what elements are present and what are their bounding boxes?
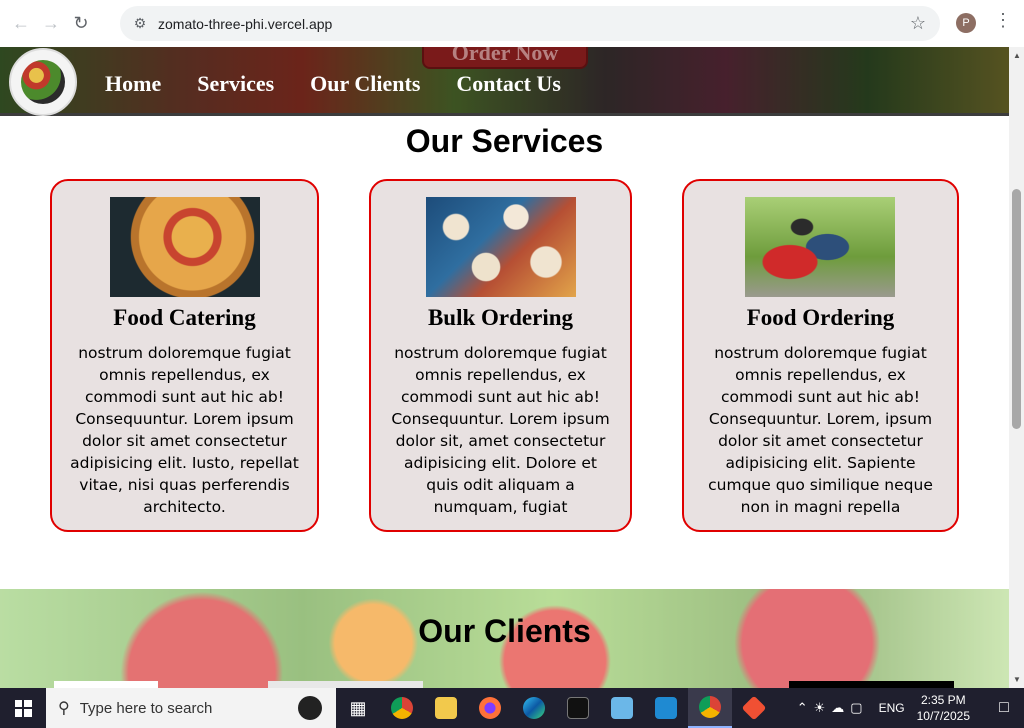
forward-icon[interactable]: → xyxy=(36,9,66,39)
pizza-image xyxy=(110,197,260,297)
firefox-icon[interactable] xyxy=(468,688,512,728)
tray-icons[interactable]: ⌃☀☁▢ xyxy=(797,700,869,716)
client-logo xyxy=(54,681,158,688)
file-explorer-icon[interactable] xyxy=(424,688,468,728)
client-logo xyxy=(268,681,423,688)
windows-logo-icon xyxy=(14,699,32,717)
search-icon: ⚲ xyxy=(58,700,70,717)
service-card-title: Bulk Ordering xyxy=(427,305,574,330)
service-card-food-catering: Food Catering nostrum doloremque fugiat … xyxy=(50,179,319,532)
scroll-down-icon[interactable]: ▼ xyxy=(1013,675,1021,684)
taskbar: ⚲ Type here to search ▦ ⌃☀☁▢ ENG 2:35 PM… xyxy=(0,688,1024,728)
client-logo xyxy=(789,681,954,688)
taskbar-search[interactable]: ⚲ Type here to search xyxy=(46,688,336,728)
service-card-text: nostrum doloremque fugiat omnis repellen… xyxy=(70,344,299,516)
nav-contact-us[interactable]: Contact Us xyxy=(456,71,561,97)
clock-time: 2:35 PM xyxy=(920,693,966,707)
browser-toolbar: ← → ↻ ⚙ zomato-three-phi.vercel.app ☆ P … xyxy=(0,0,1024,47)
food-bowl-icon xyxy=(21,60,65,104)
address-bar[interactable]: ⚙ zomato-three-phi.vercel.app ☆ xyxy=(120,6,940,41)
chrome-profile-icon[interactable] xyxy=(688,688,732,728)
site-logo[interactable] xyxy=(9,48,77,116)
services-title: Our Services xyxy=(405,123,604,159)
service-card-text: nostrum doloremque fugiat omnis repellen… xyxy=(391,344,610,516)
clients-section: Our Clients xyxy=(0,589,1009,688)
terminal-icon[interactable] xyxy=(556,688,600,728)
task-view-icon[interactable]: ▦ xyxy=(336,688,380,728)
service-card-title: Food Catering xyxy=(113,305,256,330)
bookmark-star-icon[interactable]: ☆ xyxy=(910,13,926,34)
service-card-bulk-ordering: Bulk Ordering nostrum doloremque fugiat … xyxy=(369,179,632,532)
clock-date: 10/7/2025 xyxy=(916,709,970,723)
back-icon[interactable]: ← xyxy=(6,9,36,39)
start-button[interactable] xyxy=(0,688,46,728)
scroll-up-icon[interactable]: ▲ xyxy=(1013,51,1021,60)
nav-services[interactable]: Services xyxy=(197,71,274,97)
food-spread-image xyxy=(426,197,576,297)
scrollbar-thumb[interactable] xyxy=(1012,189,1021,429)
chrome-icon[interactable] xyxy=(380,688,424,728)
site-info-icon[interactable]: ⚙ xyxy=(126,15,154,32)
taskbar-search-placeholder: Type here to search xyxy=(79,699,213,717)
git-icon[interactable] xyxy=(732,688,776,728)
clients-title: Our Clients xyxy=(418,613,591,649)
order-now-button[interactable]: Order Now xyxy=(422,47,588,69)
browser-menu-icon[interactable]: ⋮ xyxy=(994,10,1012,31)
notepad-icon[interactable] xyxy=(600,688,644,728)
service-card-food-ordering: Food Ordering nostrum doloremque fugiat … xyxy=(682,179,959,532)
nav-our-clients[interactable]: Our Clients xyxy=(310,71,420,97)
nav-home[interactable]: Home xyxy=(105,71,161,97)
edge-icon[interactable] xyxy=(512,688,556,728)
page-scrollbar[interactable]: ▲ ▼ xyxy=(1009,47,1024,688)
page-viewport: Order Now Home Services Our Clients Cont… xyxy=(0,47,1009,688)
reload-icon[interactable]: ↻ xyxy=(66,9,96,39)
clock[interactable]: 2:35 PM 10/7/2025 xyxy=(917,692,970,724)
system-tray: ⌃☀☁▢ ENG 2:35 PM 10/7/2025 □ xyxy=(797,688,1024,728)
service-card-title: Food Ordering xyxy=(746,305,895,330)
hockey-puck-icon xyxy=(298,696,322,720)
address-bar-url[interactable]: zomato-three-phi.vercel.app xyxy=(158,16,332,32)
vscode-icon[interactable] xyxy=(644,688,688,728)
notification-icon[interactable]: □ xyxy=(984,699,1024,717)
delivery-rider-image xyxy=(745,197,895,297)
main-nav: Home Services Our Clients Contact Us xyxy=(105,71,561,97)
profile-avatar[interactable]: P xyxy=(956,13,976,33)
service-card-text: nostrum doloremque fugiat omnis repellen… xyxy=(708,344,933,516)
language-indicator[interactable]: ENG xyxy=(879,701,905,715)
site-header: Order Now Home Services Our Clients Cont… xyxy=(0,47,1009,116)
